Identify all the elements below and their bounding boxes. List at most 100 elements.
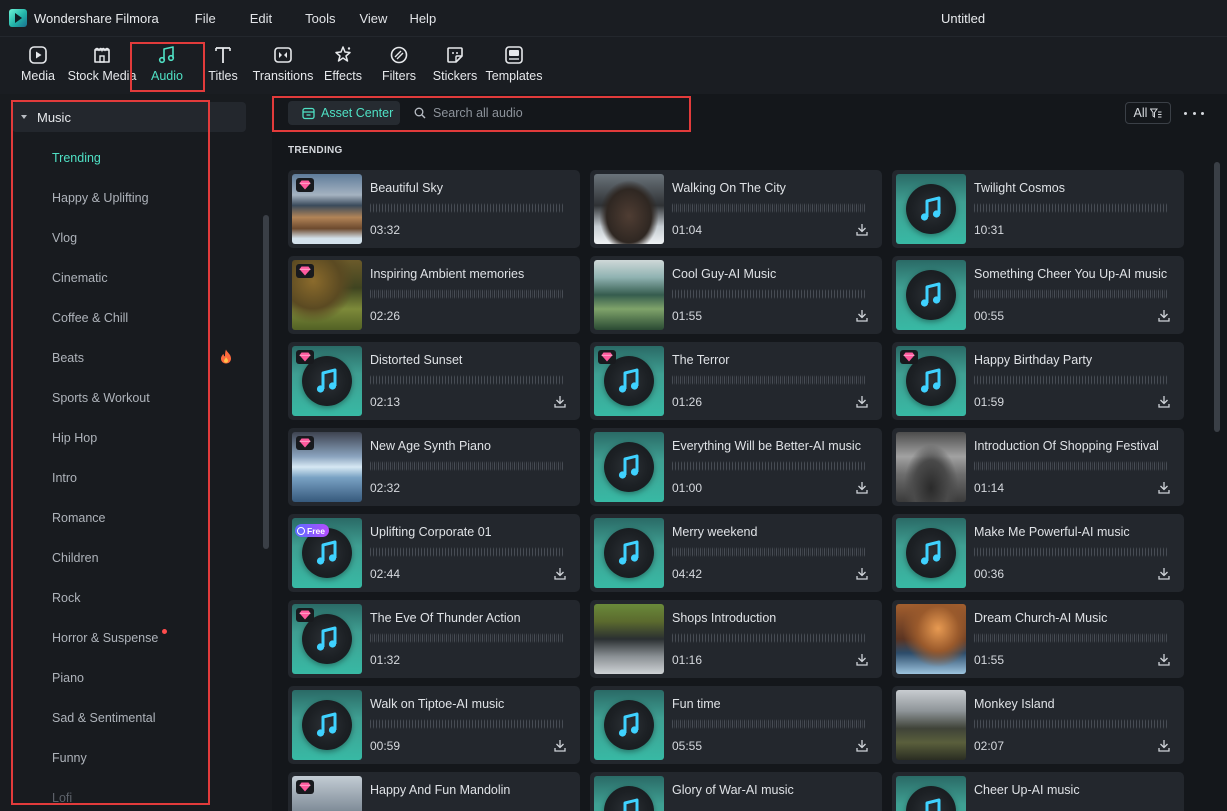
tab-filters[interactable]: Filters (380, 36, 418, 94)
track-thumbnail[interactable] (594, 346, 664, 416)
menu-tools[interactable]: Tools (305, 11, 335, 26)
tab-stickers[interactable]: Stickers (432, 36, 478, 94)
download-icon[interactable] (856, 653, 868, 669)
music-section-header[interactable]: Music (12, 102, 246, 132)
track-card[interactable]: Monkey Island 02:07 (892, 686, 1184, 764)
main-scrollbar[interactable] (1214, 162, 1220, 432)
track-card[interactable]: Inspiring Ambient memories 02:26 (288, 256, 580, 334)
track-card[interactable]: Something Cheer You Up-AI music 00:55 (892, 256, 1184, 334)
category-coffee-chill[interactable]: Coffee & Chill (52, 311, 128, 325)
tab-transitions[interactable]: Transitions (253, 36, 313, 94)
menu-edit[interactable]: Edit (250, 11, 272, 26)
category-vlog[interactable]: Vlog (52, 231, 77, 245)
track-thumbnail[interactable]: Free (292, 518, 362, 588)
download-icon[interactable] (856, 223, 868, 239)
menu-help[interactable]: Help (409, 11, 436, 26)
download-icon[interactable] (1158, 567, 1170, 583)
track-card[interactable]: Dream Church-AI Music 01:55 (892, 600, 1184, 678)
download-icon[interactable] (1158, 481, 1170, 497)
category-sports-workout[interactable]: Sports & Workout (52, 391, 150, 405)
tab-stock-media[interactable]: Stock Media (67, 36, 137, 94)
track-thumbnail[interactable] (594, 174, 664, 244)
search-input[interactable] (433, 103, 683, 123)
category-romance[interactable]: Romance (52, 511, 106, 525)
track-thumbnail[interactable] (292, 260, 362, 330)
category-funny[interactable]: Funny (52, 751, 87, 765)
filter-all-button[interactable]: All (1125, 102, 1171, 124)
track-thumbnail[interactable] (896, 604, 966, 674)
category-piano[interactable]: Piano (52, 671, 84, 685)
category-beats[interactable]: Beats (52, 351, 84, 365)
track-card[interactable]: Shops Introduction 01:16 (590, 600, 882, 678)
track-thumbnail[interactable] (896, 776, 966, 811)
category-cinematic[interactable]: Cinematic (52, 271, 108, 285)
track-thumbnail[interactable] (292, 432, 362, 502)
download-icon[interactable] (856, 739, 868, 755)
sidebar-scrollbar[interactable] (263, 215, 269, 549)
track-card[interactable]: Merry weekend 04:42 (590, 514, 882, 592)
track-card[interactable]: Happy Birthday Party 01:59 (892, 342, 1184, 420)
track-thumbnail[interactable] (292, 346, 362, 416)
track-card[interactable]: Introduction Of Shopping Festival 01:14 (892, 428, 1184, 506)
track-card[interactable]: Free Uplifting Corporate 01 02:44 (288, 514, 580, 592)
track-card[interactable]: Distorted Sunset 02:13 (288, 342, 580, 420)
category-sad-sentimental[interactable]: Sad & Sentimental (52, 711, 156, 725)
track-card[interactable]: Walk on Tiptoe-AI music 00:59 (288, 686, 580, 764)
download-icon[interactable] (554, 739, 566, 755)
download-icon[interactable] (856, 309, 868, 325)
track-card[interactable]: New Age Synth Piano 02:32 (288, 428, 580, 506)
track-card[interactable]: Twilight Cosmos 10:31 (892, 170, 1184, 248)
track-thumbnail[interactable] (896, 174, 966, 244)
category-hip-hop[interactable]: Hip Hop (52, 431, 97, 445)
track-thumbnail[interactable] (896, 518, 966, 588)
track-card[interactable]: Everything Will be Better-AI music 01:00 (590, 428, 882, 506)
track-thumbnail[interactable] (896, 432, 966, 502)
track-thumbnail[interactable] (594, 690, 664, 760)
more-options-icon[interactable] (1184, 105, 1204, 121)
download-icon[interactable] (856, 567, 868, 583)
menu-view[interactable]: View (359, 11, 387, 26)
tab-media[interactable]: Media (16, 36, 60, 94)
track-thumbnail[interactable] (292, 174, 362, 244)
track-thumbnail[interactable] (594, 518, 664, 588)
track-card[interactable]: Happy And Fun Mandolin (288, 772, 580, 811)
track-card[interactable]: Cool Guy-AI Music 01:55 (590, 256, 882, 334)
track-thumbnail[interactable] (896, 690, 966, 760)
category-lofi[interactable]: Lofi (52, 791, 72, 805)
menu-file[interactable]: File (195, 11, 216, 26)
download-icon[interactable] (856, 481, 868, 497)
track-card[interactable]: The Terror 01:26 (590, 342, 882, 420)
track-thumbnail[interactable] (896, 346, 966, 416)
track-card[interactable]: Beautiful Sky 03:32 (288, 170, 580, 248)
track-card[interactable]: Walking On The City 01:04 (590, 170, 882, 248)
category-rock[interactable]: Rock (52, 591, 80, 605)
tab-titles[interactable]: Titles (205, 36, 241, 94)
track-card[interactable]: Glory of War-AI music (590, 772, 882, 811)
category-intro[interactable]: Intro (52, 471, 77, 485)
category-trending[interactable]: Trending (52, 151, 101, 165)
track-thumbnail[interactable] (594, 604, 664, 674)
download-icon[interactable] (856, 395, 868, 411)
track-thumbnail[interactable] (896, 260, 966, 330)
download-icon[interactable] (1158, 739, 1170, 755)
track-card[interactable]: Make Me Powerful-AI music 00:36 (892, 514, 1184, 592)
track-thumbnail[interactable] (292, 604, 362, 674)
track-card[interactable]: Fun time 05:55 (590, 686, 882, 764)
tab-effects[interactable]: Effects (322, 36, 364, 94)
track-thumbnail[interactable] (292, 690, 362, 760)
asset-center-button[interactable]: Asset Center (288, 101, 400, 125)
download-icon[interactable] (554, 395, 566, 411)
tab-templates[interactable]: Templates (486, 36, 543, 94)
track-card[interactable]: The Eve Of Thunder Action 01:32 (288, 600, 580, 678)
download-icon[interactable] (1158, 309, 1170, 325)
track-thumbnail[interactable] (594, 260, 664, 330)
category-happy-uplifting[interactable]: Happy & Uplifting (52, 191, 149, 205)
track-thumbnail[interactable] (594, 776, 664, 811)
download-icon[interactable] (554, 567, 566, 583)
download-icon[interactable] (1158, 395, 1170, 411)
download-icon[interactable] (1158, 653, 1170, 669)
track-card[interactable]: Cheer Up-AI music (892, 772, 1184, 811)
category-horror-suspense-wrap[interactable]: Horror & Suspense (52, 629, 168, 645)
category-children[interactable]: Children (52, 551, 99, 565)
track-thumbnail[interactable] (292, 776, 362, 811)
